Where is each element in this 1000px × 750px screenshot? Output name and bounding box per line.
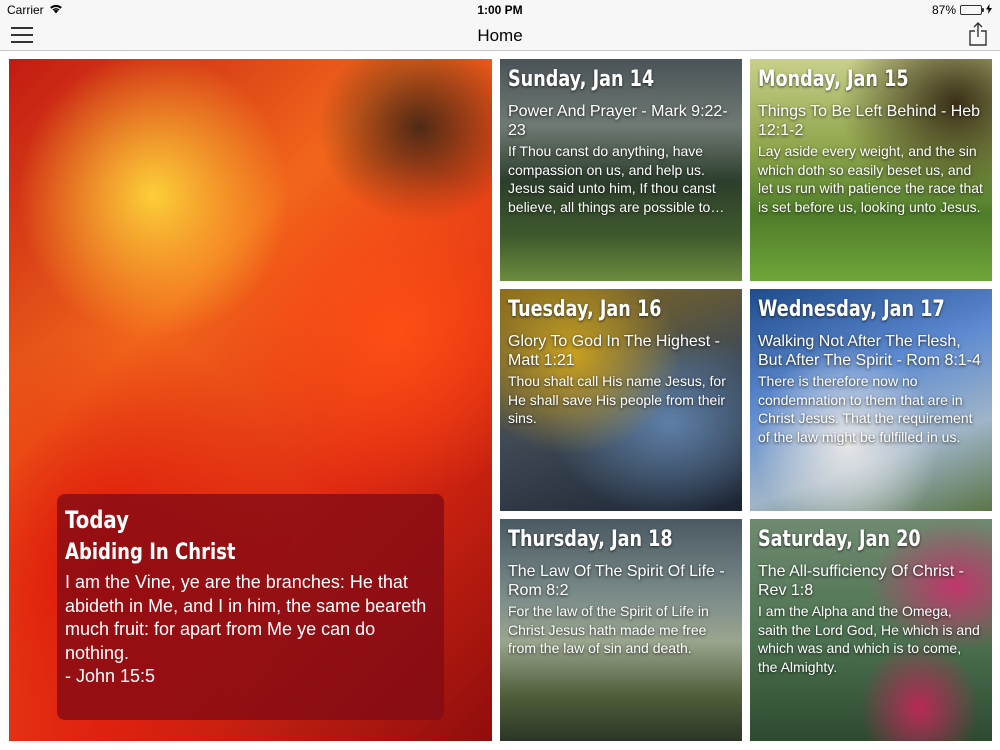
tile-excerpt: For the law of the Spirit of Life in Chr… (508, 603, 709, 656)
tile-date: Tuesday, Jan 16 (508, 297, 662, 322)
tile-excerpt: Lay aside every weight, and the sin whic… (758, 143, 983, 215)
status-bar: Carrier 1:00 PM 87% (0, 0, 1000, 20)
tile-excerpt: I am the Alpha and the Omega, saith the … (758, 603, 980, 675)
battery-tip (982, 8, 984, 12)
today-overlay: Today Abiding In Christ I am the Vine, y… (57, 494, 444, 720)
today-verse-text: I am the Vine, ye are the branches: He t… (65, 572, 427, 663)
tile-date: Sunday, Jan 14 (508, 67, 655, 92)
tile-date: Saturday, Jan 20 (758, 527, 921, 552)
today-verse-reference: - John 15:5 (65, 666, 156, 686)
devotional-tile-saturday[interactable]: Saturday, Jan 20 The All-sufficiency Of … (750, 519, 992, 741)
tile-title: Things To Be Left Behind - Heb 12:1-2 (758, 103, 981, 139)
share-icon (969, 22, 987, 46)
battery-percent: 87% (931, 3, 956, 17)
devotional-tile-thursday[interactable]: Thursday, Jan 18 The Law Of The Spirit O… (500, 519, 742, 741)
devotional-tile-wednesday[interactable]: Wednesday, Jan 17 Walking Not After The … (750, 289, 992, 511)
tile-title: The All-sufficiency Of Christ - Rev 1:8 (758, 563, 964, 599)
tile-date: Thursday, Jan 18 (508, 527, 673, 552)
tile-title: Power And Prayer - Mark 9:22-23 (508, 103, 728, 139)
devotional-tile-sunday[interactable]: Sunday, Jan 14 Power And Prayer - Mark 9… (500, 59, 742, 281)
tile-title: Glory To God In The Highest - Matt 1:21 (508, 333, 720, 369)
page-title: Home (477, 26, 523, 45)
battery-icon (960, 5, 984, 15)
today-title: Abiding In Christ (65, 540, 236, 565)
today-label: Today (65, 506, 129, 534)
devotional-tile-monday[interactable]: Monday, Jan 15 Things To Be Left Behind … (750, 59, 992, 281)
tile-excerpt: If Thou canst do anything, have compassi… (508, 143, 716, 215)
today-devotional-card[interactable]: Today Abiding In Christ I am the Vine, y… (9, 59, 492, 741)
tile-excerpt: There is therefore now no condemnation t… (758, 373, 973, 445)
status-right: 87% (932, 3, 992, 17)
tile-date: Monday, Jan 15 (758, 67, 909, 92)
today-verse: I am the Vine, ye are the branches: He t… (65, 571, 436, 689)
share-button[interactable] (968, 21, 988, 47)
navigation-bar: Home (0, 20, 1000, 51)
tile-excerpt: Thou shalt call His name Jesus, for He s… (508, 373, 726, 426)
tile-title: Walking Not After The Flesh, But After T… (758, 333, 981, 369)
tile-date: Wednesday, Jan 17 (758, 297, 945, 322)
charging-bolt-icon (986, 3, 992, 17)
tile-title: The Law Of The Spirit Of Life - Rom 8:2 (508, 563, 725, 599)
devotional-tile-tuesday[interactable]: Tuesday, Jan 16 Glory To God In The High… (500, 289, 742, 511)
status-time: 1:00 PM (477, 3, 523, 17)
